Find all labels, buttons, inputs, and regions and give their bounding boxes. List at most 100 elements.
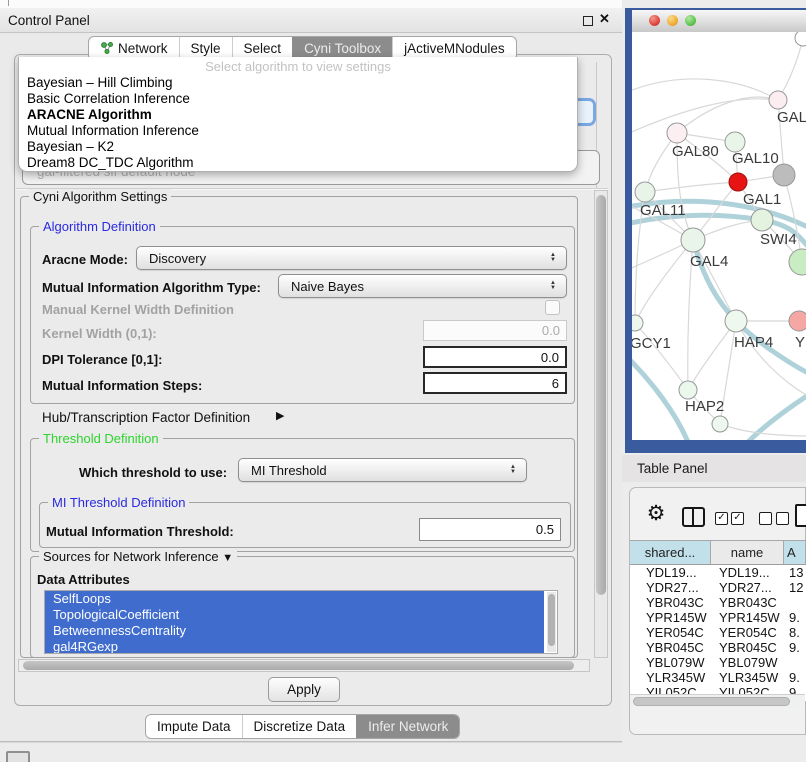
table-cell[interactable]: 9. [785, 640, 806, 655]
table-cell[interactable]: YBL079W [630, 655, 712, 670]
table-cell[interactable]: 13 [785, 565, 806, 580]
table-row[interactable]: YBR045CYBR045C9. [630, 640, 806, 655]
table-cell[interactable]: 8. [785, 625, 806, 640]
network-node[interactable] [712, 416, 728, 432]
table-cell[interactable]: YBR045C [712, 640, 785, 655]
table-body[interactable]: YDL19...YDL19...13YDR27...YDR27...12YBR0… [630, 565, 806, 701]
checked-checkbox-icon[interactable]: ✓ [715, 512, 728, 525]
unchecked-checkbox-icon[interactable] [776, 512, 789, 525]
table-cell[interactable]: YDR27... [712, 580, 785, 595]
table-cell[interactable]: 9. [785, 610, 806, 625]
attribute-item-gal4rgexp[interactable]: gal4RGexp [45, 639, 544, 654]
column-header-a[interactable]: A [784, 541, 806, 564]
mit-field[interactable]: 0.5 [419, 518, 561, 541]
manual-kernel-checkbox[interactable] [545, 300, 560, 315]
unchecked-checkbox-icon[interactable] [759, 512, 772, 525]
checked-checkbox-icon[interactable]: ✓ [731, 512, 744, 525]
spinner-arrows-icon[interactable]: ▲▼ [506, 465, 520, 475]
algorithm-dropdown[interactable]: Select algorithm to view settings Bayesi… [18, 57, 578, 172]
network-node-gal11[interactable] [635, 182, 655, 202]
table-cell[interactable]: YBR045C [630, 640, 712, 655]
algorithm-option-dream8-dc-tdc-algorithm[interactable]: Dream8 DC_TDC Algorithm [19, 155, 577, 171]
table-hscrollbar-thumb[interactable] [633, 697, 790, 706]
minimize-traffic-icon[interactable] [667, 15, 678, 26]
table-cell[interactable]: YLR345W [630, 670, 712, 685]
settings-vscrollbar[interactable] [594, 190, 608, 658]
table-row[interactable]: YER054CYER054C8. [630, 625, 806, 640]
network-node-y[interactable] [789, 311, 806, 331]
kernel-width-field[interactable]: 0.0 [423, 320, 567, 341]
collapsed-panel-icon[interactable] [6, 751, 30, 762]
network-node-gal1[interactable] [729, 173, 747, 191]
list-scrollbar[interactable] [547, 592, 556, 652]
table-row[interactable]: YBL079WYBL079W [630, 655, 806, 670]
aracne-mode-combo[interactable]: Discovery ▲▼ [136, 246, 567, 270]
table-row[interactable]: YDL19...YDL19...13 [630, 565, 806, 580]
network-node-gcy1[interactable] [632, 315, 643, 331]
table-cell[interactable]: YPR145W [630, 610, 712, 625]
network-node-gal4[interactable] [681, 228, 705, 252]
table-cell[interactable]: YER054C [712, 625, 785, 640]
attribute-item-betweennesscentrality[interactable]: BetweennessCentrality [45, 623, 544, 639]
algorithm-option-basic-correlation-inference[interactable]: Basic Correlation Inference [19, 91, 577, 107]
hub-section-label[interactable]: Hub/Transcription Factor Definition [42, 410, 250, 425]
table-cell[interactable]: YPR145W [712, 610, 785, 625]
network-node-hap4[interactable] [725, 310, 747, 332]
collapsed-arrow-icon[interactable]: ▶ [276, 409, 284, 422]
close-icon[interactable]: ✕ [599, 11, 610, 27]
settings-vscrollbar-thumb[interactable] [596, 195, 606, 595]
tab-infer-network[interactable]: Infer Network [356, 715, 459, 738]
table-cell[interactable]: YLR345W [712, 670, 785, 685]
close-traffic-icon[interactable] [649, 15, 660, 26]
zoom-traffic-icon[interactable] [685, 15, 696, 26]
table-row[interactable]: YBR043CYBR043C [630, 595, 806, 610]
split-columns-icon[interactable] [682, 507, 705, 527]
table-cell[interactable]: 9. [785, 670, 806, 685]
network-node-gal80[interactable] [667, 123, 687, 143]
algorithm-option-aracne-algorithm[interactable]: ARACNE Algorithm [19, 107, 577, 123]
table-cell[interactable]: YDR27... [630, 580, 712, 595]
network-window-titlebar[interactable] [632, 10, 806, 33]
tab-impute-data[interactable]: Impute Data [146, 715, 242, 738]
network-node[interactable] [773, 164, 795, 186]
list-scrollbar-thumb[interactable] [548, 594, 555, 646]
attribute-item-selfloops[interactable]: SelfLoops [45, 591, 544, 607]
apply-button[interactable]: Apply [268, 677, 340, 702]
spinner-arrows-icon[interactable]: ▲▼ [546, 281, 560, 291]
network-node-swi4[interactable] [751, 209, 773, 231]
algorithm-option-bayesian-k2[interactable]: Bayesian – K2 [19, 139, 577, 155]
algorithm-option-bayesian-hill-climbing[interactable]: Bayesian – Hill Climbing [19, 75, 577, 91]
network-canvas[interactable]: GALGAL80GAL10GAL1GAL11SWI4GAL4GCY1HAP4YH… [632, 32, 806, 440]
dpi-tolerance-field[interactable]: 0.0 [423, 346, 567, 368]
tab-discretize-data[interactable]: Discretize Data [242, 715, 357, 738]
network-node[interactable] [795, 32, 806, 46]
table-cell[interactable]: YBR043C [630, 595, 712, 610]
network-node-gal[interactable] [769, 91, 787, 109]
mi-type-combo[interactable]: Naive Bayes ▲▼ [278, 274, 567, 298]
settings-hscrollbar-thumb[interactable] [23, 661, 574, 670]
table-row[interactable]: YPR145WYPR145W9. [630, 610, 806, 625]
algorithm-option-mutual-information-inference[interactable]: Mutual Information Inference [19, 123, 577, 139]
network-graph[interactable]: GALGAL80GAL10GAL1GAL11SWI4GAL4GCY1HAP4YH… [632, 32, 806, 440]
table-cell[interactable]: YBL079W [712, 655, 785, 670]
table-cell[interactable]: YDL19... [630, 565, 712, 580]
sources-title[interactable]: Sources for Network Inference ▼ [39, 549, 237, 564]
table-row[interactable]: YDR27...YDR27...12 [630, 580, 806, 595]
document-icon[interactable] [795, 504, 806, 527]
table-cell[interactable]: 12 [785, 580, 806, 595]
float-icon[interactable] [583, 16, 593, 26]
network-node-hap2[interactable] [679, 381, 697, 399]
table-hscrollbar[interactable] [630, 694, 805, 708]
attribute-item-topologicalcoefficient[interactable]: TopologicalCoefficient [45, 607, 544, 623]
table-cell[interactable]: YDL19... [712, 565, 785, 580]
table-row[interactable]: YLR345WYLR345W9. [630, 670, 806, 685]
table-cell[interactable]: YER054C [630, 625, 712, 640]
settings-hscrollbar[interactable] [18, 659, 590, 672]
table-cell[interactable]: YBR043C [712, 595, 785, 610]
column-header-name[interactable]: name [711, 541, 784, 564]
gear-icon[interactable]: ⚙ [644, 502, 668, 526]
which-threshold-combo[interactable]: MI Threshold ▲▼ [238, 458, 527, 482]
column-header-shared[interactable]: shared... [630, 541, 711, 564]
network-node[interactable] [789, 249, 806, 275]
mi-steps-field[interactable]: 6 [423, 372, 567, 394]
